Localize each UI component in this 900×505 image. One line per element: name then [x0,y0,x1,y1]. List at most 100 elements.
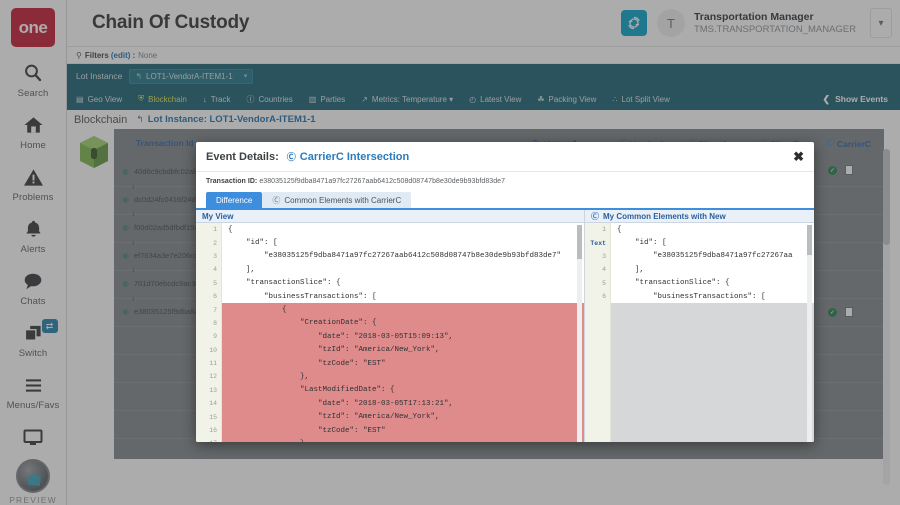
line-text: ], [222,263,584,276]
line-text: }, [222,437,584,442]
line-text: "transactionSlice": { [611,277,814,290]
diff-left-scrollbar[interactable] [577,225,582,442]
transaction-id-line: Transaction ID: e38035125f9dba8471a97fc2… [206,178,804,185]
line-text: "date": "2018-03-05T17:13:21", [222,397,584,410]
line-text: }, [222,370,584,383]
line-text: ], [611,263,814,276]
code-line-deleted: 16 "tzCode": "EST" [196,424,584,437]
line-number: 8 [196,317,222,330]
event-details-dialog: Event Details: Ⓒ CarrierC Intersection ✖… [196,142,814,442]
code-line: 3 "e38035125f9dba8471a97fc27267aab6412c5… [196,250,584,263]
line-number: 7 [196,303,222,316]
code-line-deleted: 10 "tzId": "America/New_York", [196,344,584,357]
code-line: 4 ], [196,263,584,276]
line-text: "tzId": "America/New_York", [222,410,584,423]
code-line: 6 "businessTransactions": [ [196,290,584,303]
line-text: "businessTransactions": [ [611,290,814,303]
line-text: "id": [ [611,236,814,249]
code-line-blank [585,370,814,383]
line-number: 3 [196,250,222,263]
code-line-blank [585,303,814,316]
diff-pane-left: My View 1{ 2 "id": [ 3 "e38035125f9dba84… [196,210,584,442]
code-line: Text "id": [ [585,236,814,249]
line-text: "id": [ [222,236,584,249]
org-icon: Ⓒ [287,150,296,163]
app-root: one Search Home Problems Alerts [0,0,900,505]
code-line-blank [585,384,814,397]
code-line-deleted: 15 "tzId": "America/New_York", [196,410,584,423]
transaction-id-value: e38035125f9dba8471a97fc27267aab6412c508d… [259,178,505,185]
line-number: 4 [585,263,611,276]
code-line-blank [585,437,814,442]
code-line: 5 "transactionSlice": { [585,277,814,290]
diff-code-right[interactable]: 1{ Text "id": [ 3 "e38035125f9dba8471a97… [585,223,814,442]
code-line: 5 "transactionSlice": { [196,277,584,290]
org-icon: Ⓒ [272,195,280,206]
line-text [611,370,814,383]
code-line: 6 "businessTransactions": [ [585,290,814,303]
line-number: 5 [585,277,611,290]
transaction-id-label: Transaction ID: [206,178,257,185]
code-line-blank [585,317,814,330]
line-number [585,370,611,383]
dialog-title: Event Details: [206,151,279,163]
line-number: 16 [196,424,222,437]
line-number: 11 [196,357,222,370]
diff-right-scrollbar[interactable] [807,225,812,442]
close-icon[interactable]: ✖ [793,149,804,165]
tab-difference[interactable]: Difference [206,192,262,208]
line-text: "LastModifiedDate": { [222,384,584,397]
line-text: "date": "2018-03-05T15:09:13", [222,330,584,343]
tab-label: Common Elements with CarrierC [284,196,401,205]
line-number: 14 [196,397,222,410]
org-icon: Ⓒ [591,211,599,222]
diff-code-left[interactable]: 1{ 2 "id": [ 3 "e38035125f9dba8471a97fc2… [196,223,584,442]
line-number: 2 [196,236,222,249]
code-line-deleted: 7 { [196,303,584,316]
line-text [611,437,814,442]
line-number [585,303,611,316]
line-text [611,330,814,343]
line-number: 6 [585,290,611,303]
line-text [611,397,814,410]
line-number [585,317,611,330]
line-number [585,397,611,410]
scrollbar-thumb[interactable] [577,225,582,259]
code-line-deleted: 13 "LastModifiedDate": { [196,384,584,397]
line-text: "e38035125f9dba8471a97fc27267aab6412c508… [222,250,584,263]
dialog-tab-row: Difference Ⓒ Common Elements with Carrie… [206,192,804,208]
line-number [585,344,611,357]
code-line: 4 ], [585,263,814,276]
line-text: "tzCode": "EST" [222,424,584,437]
line-text [611,424,814,437]
line-number: 12 [196,370,222,383]
tab-common-elements[interactable]: Ⓒ Common Elements with CarrierC [262,192,411,208]
dialog-subject[interactable]: Ⓒ CarrierC Intersection [287,150,409,163]
line-text: "tzCode": "EST" [222,357,584,370]
code-line-deleted: 12 }, [196,370,584,383]
code-line-blank [585,330,814,343]
line-text [611,303,814,316]
line-number [585,330,611,343]
line-number: 6 [196,290,222,303]
line-text [611,344,814,357]
code-line-deleted: 9 "date": "2018-03-05T15:09:13", [196,330,584,343]
line-text: { [222,223,584,236]
line-number: 4 [196,263,222,276]
line-number [585,410,611,423]
line-text: "tzId": "America/New_York", [222,344,584,357]
code-line-deleted: 17 }, [196,437,584,442]
dialog-header: Event Details: Ⓒ CarrierC Intersection ✖ [196,142,814,172]
line-text: "CreationDate": { [222,317,584,330]
code-line: 2 "id": [ [196,236,584,249]
code-line-blank [585,410,814,423]
code-line-blank [585,357,814,370]
scrollbar-thumb[interactable] [807,225,812,255]
code-line: 1{ [196,223,584,236]
line-text [611,384,814,397]
line-number: 1 [196,223,222,236]
line-number [585,357,611,370]
diff-pane-right: Ⓒ My Common Elements with New 1{ Text "i… [584,210,814,442]
line-number: 5 [196,277,222,290]
line-number: 1 [585,223,611,236]
